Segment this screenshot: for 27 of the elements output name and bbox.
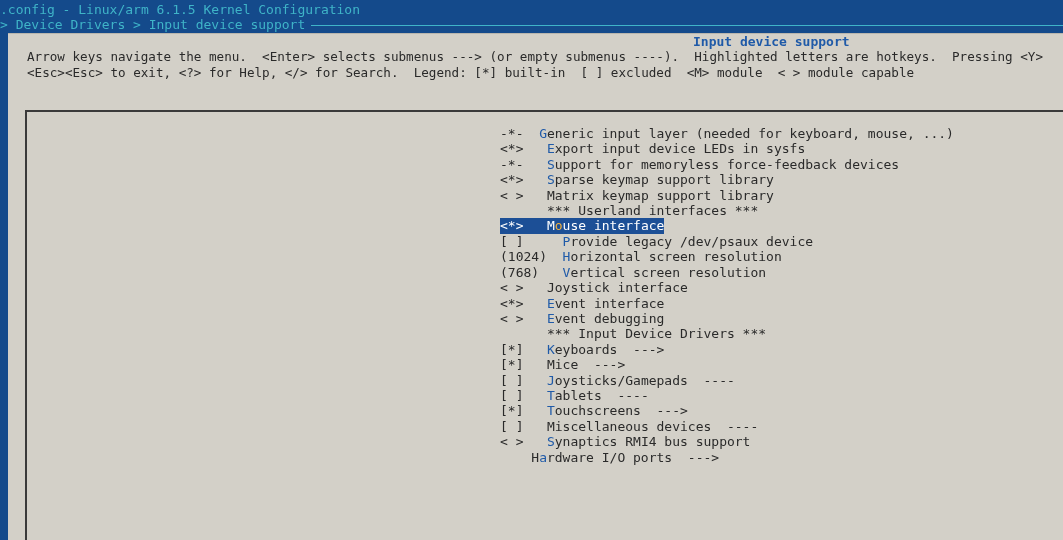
menu-comment: *** Userland interfaces *** (545, 203, 759, 219)
menu-item[interactable]: <*> Event interface (500, 295, 665, 311)
app-title: .config - Linux/arm 6.1.5 Kernel Configuration (0, 1, 362, 18)
help-text: <Esc><Esc> to exit, <?> for Help, </> for Search. Legend: [*] built-in [ ] excluded <M> module < > module capable (27, 64, 915, 81)
menu-item[interactable]: -*- Support for memoryless force-feedback devices (500, 156, 900, 173)
menu-item[interactable]: < > Event debugging (500, 310, 665, 327)
menu-item[interactable]: (1024) Horizontal screen resolution (500, 249, 782, 265)
help-text: Arrow keys navigate the menu. <Enter> selects submenus ---> (or empty submenus ----). Highlighted letters are hotkeys. Pressing <Y> (27, 49, 1043, 65)
menu-item[interactable]: < > Synaptics RMI4 bus support (500, 434, 751, 450)
menu-item[interactable]: <*> Sparse keymap support library (500, 172, 774, 188)
menu-item[interactable]: [ ] Miscellaneous devices ---- (500, 418, 759, 435)
menu-item[interactable]: [ ] Provide legacy /dev/psaux device (500, 233, 814, 250)
menu-item[interactable]: [ ] Tablets ---- (500, 387, 649, 404)
menu-item[interactable]: < > Matrix keymap support library (500, 187, 774, 204)
dialog-title: Input device support (693, 33, 850, 50)
menu-item[interactable]: Hardware I/O ports ---> (500, 449, 720, 465)
menu-item[interactable]: <*> Mouse interface (500, 218, 665, 234)
menu-item[interactable]: (768) Vertical screen resolution (500, 264, 767, 281)
menu-item[interactable]: [*] Keyboards ---> (500, 341, 665, 358)
menu-item[interactable]: -*- Generic input layer (needed for keyboard, mouse, ...) (500, 126, 954, 142)
menu-item[interactable]: [ ] Joysticks/Gamepads ---- (500, 372, 735, 388)
menu-item[interactable]: <*> Export input device LEDs in sysfs (500, 141, 806, 157)
menu-comment: *** Input Device Drivers *** (545, 326, 767, 342)
menu-item[interactable]: [*] Mice ---> (500, 357, 626, 373)
menu-item[interactable]: < > Joystick interface (500, 280, 688, 296)
menu-item[interactable]: [*] Touchscreens ---> (500, 403, 688, 419)
breadcrumb: > Device Drivers > Input device support (0, 17, 306, 33)
